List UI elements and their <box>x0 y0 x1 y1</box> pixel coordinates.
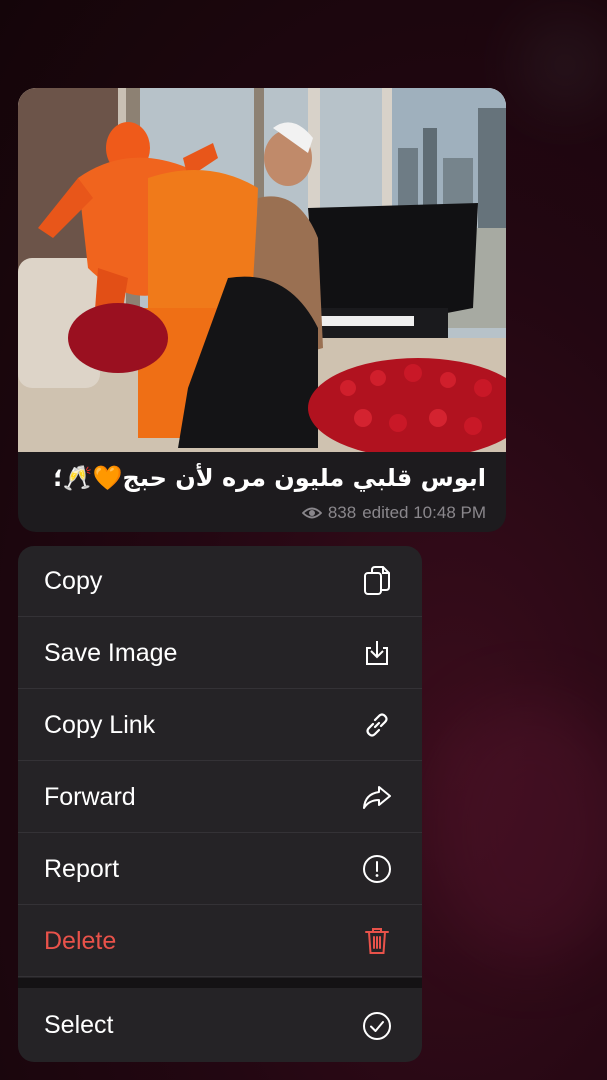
message-meta: 838 edited 10:48 PM <box>301 503 486 523</box>
message-status: edited 10:48 PM <box>362 503 486 522</box>
check-circle-icon <box>360 1009 394 1043</box>
menu-separator <box>18 978 422 988</box>
menu-item-label: Copy <box>44 566 103 595</box>
message-photo[interactable] <box>18 88 506 452</box>
menu-item-delete[interactable]: Delete <box>18 906 422 977</box>
menu-item-select[interactable]: Select <box>18 990 422 1061</box>
menu-item-report[interactable]: Report <box>18 834 422 905</box>
background-blur <box>430 700 607 960</box>
menu-item-label: Delete <box>44 926 117 955</box>
report-icon <box>360 852 394 886</box>
menu-item-forward[interactable]: Forward <box>18 762 422 833</box>
message-bubble[interactable]: ابوس قلبي مليون مره لأن حبج🧡🥂؛ 838 edite… <box>18 88 506 532</box>
save-image-icon <box>360 636 394 670</box>
background-blur <box>520 20 607 110</box>
menu-item-copy-link[interactable]: Copy Link <box>18 690 422 761</box>
copy-icon <box>360 564 394 598</box>
link-icon <box>360 708 394 742</box>
menu-item-save-image[interactable]: Save Image <box>18 618 422 689</box>
menu-item-label: Select <box>44 1011 114 1039</box>
view-count: 838 <box>327 503 357 522</box>
trash-icon <box>360 924 394 958</box>
menu-item-label: Copy Link <box>44 710 156 739</box>
context-menu: Copy Save Image Copy Link Forward Report… <box>18 546 422 1062</box>
eye-icon <box>301 507 322 519</box>
message-caption: ابوس قلبي مليون مره لأن حبج🧡🥂؛ <box>53 464 486 492</box>
menu-item-label: Report <box>44 854 120 883</box>
forward-icon <box>360 780 394 814</box>
menu-item-copy[interactable]: Copy <box>18 546 422 617</box>
menu-item-label: Forward <box>44 782 136 811</box>
menu-item-label: Save Image <box>44 638 178 667</box>
photo-illustration <box>18 88 506 452</box>
